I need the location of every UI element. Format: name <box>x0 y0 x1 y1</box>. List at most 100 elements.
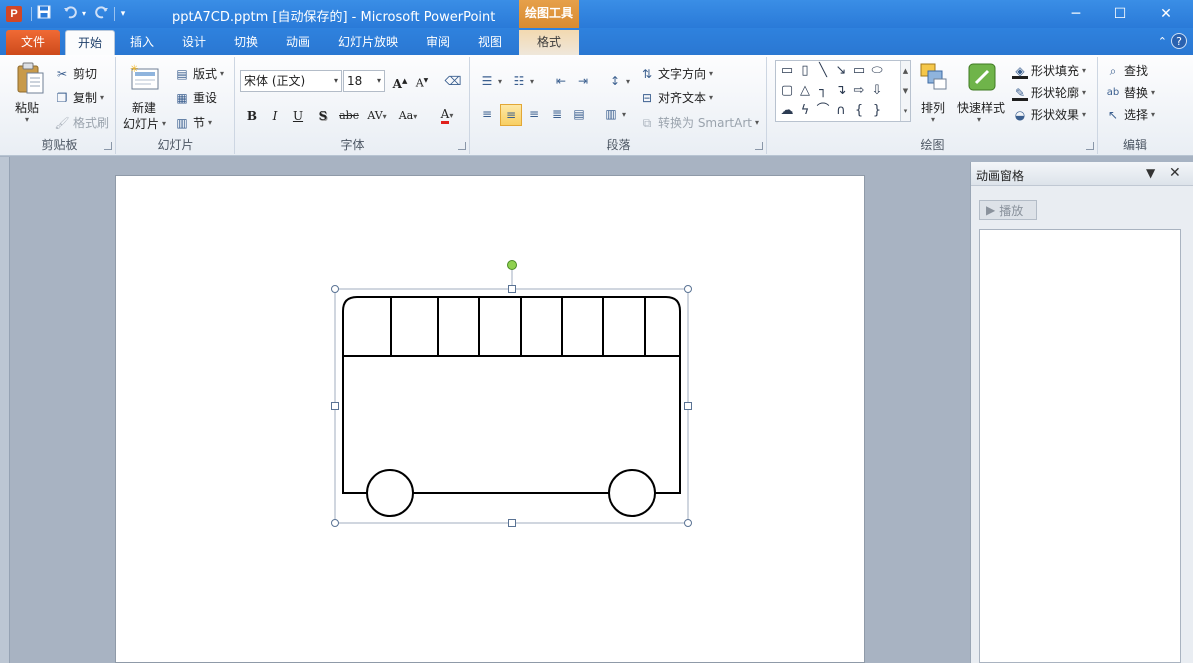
tab-animations[interactable]: 动画 <box>278 30 318 55</box>
tab-review[interactable]: 审阅 <box>418 30 458 55</box>
tab-slideshow[interactable]: 幻灯片放映 <box>332 30 404 55</box>
arrange-icon[interactable] <box>918 61 950 93</box>
animation-list[interactable] <box>979 229 1181 663</box>
down-arrow-shape-icon[interactable]: ⇩ <box>868 82 886 100</box>
shapes-gallery[interactable]: ▭ ▯ ╲ ↘ ▭ ⬭ ▢ △ ┐ ↴ ⇨ ⇩ ☁ ϟ ⌒ ∩ { } ▲ ▼ … <box>775 60 911 122</box>
tab-transitions[interactable]: 切换 <box>226 30 266 55</box>
shadow-button[interactable]: S <box>313 106 333 126</box>
font-dialog-launcher-icon[interactable] <box>458 142 466 150</box>
help-icon[interactable]: ? <box>1171 33 1187 49</box>
paste-icon[interactable] <box>14 61 46 94</box>
minimize-icon[interactable]: ─ <box>1053 0 1099 28</box>
rounded-rectangle-shape-icon[interactable]: ▢ <box>778 82 796 100</box>
paste-button[interactable]: 粘贴 <box>15 99 39 116</box>
clear-formatting-icon[interactable]: ⌫ <box>443 71 463 91</box>
line-spacing-button[interactable]: ↕ ▾ <box>607 73 630 89</box>
bullets-button[interactable]: ☰ ▾ <box>479 73 502 89</box>
quick-styles-button[interactable]: 快速样式 <box>957 99 1005 116</box>
tab-home[interactable]: 开始 <box>65 30 115 55</box>
resize-handle-left[interactable] <box>331 402 339 410</box>
tab-format[interactable]: 格式 <box>519 30 579 55</box>
scroll-down-icon[interactable]: ▼ <box>901 81 910 101</box>
copy-button[interactable]: ❐ 复制 ▾ <box>54 89 104 106</box>
new-slide-button[interactable]: 幻灯片 ▾ <box>123 115 166 132</box>
bold-button[interactable]: B <box>242 106 262 126</box>
vertical-text-box-shape-icon[interactable]: ▯ <box>796 62 814 80</box>
resize-handle-bottom-left[interactable] <box>331 519 339 527</box>
arrow-line-shape-icon[interactable]: ↘ <box>832 62 850 80</box>
slide-canvas[interactable] <box>115 175 865 663</box>
text-direction-button[interactable]: ⇅ 文字方向 ▾ <box>639 65 713 82</box>
scroll-up-icon[interactable]: ▲ <box>901 61 910 81</box>
resize-handle-right[interactable] <box>684 402 692 410</box>
tab-view[interactable]: 视图 <box>470 30 510 55</box>
tab-file[interactable]: 文件 <box>6 30 60 55</box>
undo-dropdown-icon[interactable]: ▾ <box>79 5 89 23</box>
close-pane-icon[interactable]: ✕ <box>1169 165 1181 181</box>
character-spacing-button[interactable]: AV▾ <box>364 106 390 126</box>
justify-button[interactable]: ≣ <box>549 106 565 122</box>
elbow-connector-shape-icon[interactable]: ┐ <box>814 82 832 100</box>
cut-button[interactable]: ✂ 剪切 <box>54 65 97 82</box>
tab-insert[interactable]: 插入 <box>122 30 162 55</box>
quick-styles-dropdown[interactable]: ▾ <box>977 115 981 124</box>
find-button[interactable]: ⌕ 查找 <box>1105 62 1148 79</box>
pane-options-icon[interactable]: ▼ <box>1146 166 1155 180</box>
replace-button[interactable]: ab 替换 ▾ <box>1105 84 1155 101</box>
increase-indent-button[interactable]: ⇥ <box>575 73 591 89</box>
arc-shape-icon[interactable]: ⌒ <box>814 102 832 120</box>
paste-dropdown[interactable]: ▾ <box>25 115 29 124</box>
resize-handle-top-left[interactable] <box>331 285 339 293</box>
align-center-button[interactable]: ≡ <box>500 104 522 126</box>
reset-button[interactable]: ▦ 重设 <box>174 89 217 106</box>
line-shape-icon[interactable]: ╲ <box>814 62 832 80</box>
right-brace-shape-icon[interactable]: } <box>868 102 886 120</box>
format-painter-button[interactable]: 🖌 格式刷 <box>54 114 109 131</box>
change-case-button[interactable]: Aa▾ <box>394 106 422 126</box>
align-right-button[interactable]: ≡ <box>526 106 542 122</box>
columns-button[interactable]: ▥ ▾ <box>603 106 626 122</box>
freeform-shape-icon[interactable]: ☁ <box>778 102 796 120</box>
bus-drawing[interactable] <box>116 176 866 663</box>
numbering-button[interactable]: ☷ ▾ <box>511 73 534 89</box>
resize-handle-top[interactable] <box>508 285 516 293</box>
layout-button[interactable]: ▤ 版式 ▾ <box>174 65 224 82</box>
align-left-button[interactable]: ≡ <box>479 106 495 122</box>
paragraph-dialog-launcher-icon[interactable] <box>755 142 763 150</box>
bus-wheel-right[interactable] <box>608 469 656 517</box>
shape-fill-button[interactable]: ◈ 形状填充 ▾ <box>1012 62 1086 79</box>
convert-smartart-button[interactable]: ⧉ 转换为 SmartArt ▾ <box>639 114 759 131</box>
section-button[interactable]: ▥ 节 ▾ <box>174 114 212 131</box>
new-slide-icon[interactable]: ✳ <box>129 63 161 95</box>
font-name-combo[interactable]: 宋体 (正文) ▾ <box>240 70 342 92</box>
select-button[interactable]: ↖ 选择 ▾ <box>1105 106 1155 123</box>
drawing-dialog-launcher-icon[interactable] <box>1086 142 1094 150</box>
more-shapes-icon[interactable]: ▾ <box>901 101 910 121</box>
maximize-icon[interactable]: ☐ <box>1097 0 1143 28</box>
save-icon[interactable] <box>35 5 53 23</box>
tab-design[interactable]: 设计 <box>174 30 214 55</box>
text-box-shape-icon[interactable]: ▭ <box>778 62 796 80</box>
grow-font-button[interactable]: A▲ <box>390 71 410 91</box>
clipboard-dialog-launcher-icon[interactable] <box>104 142 112 150</box>
arrange-dropdown[interactable]: ▾ <box>931 115 935 124</box>
font-size-combo[interactable]: 18 ▾ <box>343 70 385 92</box>
redo-icon[interactable] <box>93 5 111 23</box>
new-slide-label-line1[interactable]: 新建 <box>132 99 156 116</box>
underline-button[interactable]: U <box>288 106 308 126</box>
undo-icon[interactable] <box>61 5 79 23</box>
shrink-font-button[interactable]: A▼ <box>412 71 432 91</box>
font-color-button[interactable]: A▾ <box>432 104 462 124</box>
decrease-indent-button[interactable]: ⇤ <box>553 73 569 89</box>
left-brace-shape-icon[interactable]: { <box>850 102 868 120</box>
lightning-shape-icon[interactable]: ϟ <box>796 102 814 120</box>
rotation-handle[interactable] <box>507 260 517 270</box>
bus-wheel-left[interactable] <box>366 469 414 517</box>
resize-handle-bottom[interactable] <box>508 519 516 527</box>
customize-qat-icon[interactable]: ▾ <box>118 5 128 23</box>
italic-button[interactable]: I <box>265 106 285 126</box>
quick-styles-icon[interactable] <box>966 61 998 93</box>
distributed-button[interactable]: ▤ <box>571 106 587 122</box>
shape-outline-button[interactable]: ✎ 形状轮廓 ▾ <box>1012 84 1086 101</box>
gallery-scroll[interactable]: ▲ ▼ ▾ <box>900 61 910 121</box>
